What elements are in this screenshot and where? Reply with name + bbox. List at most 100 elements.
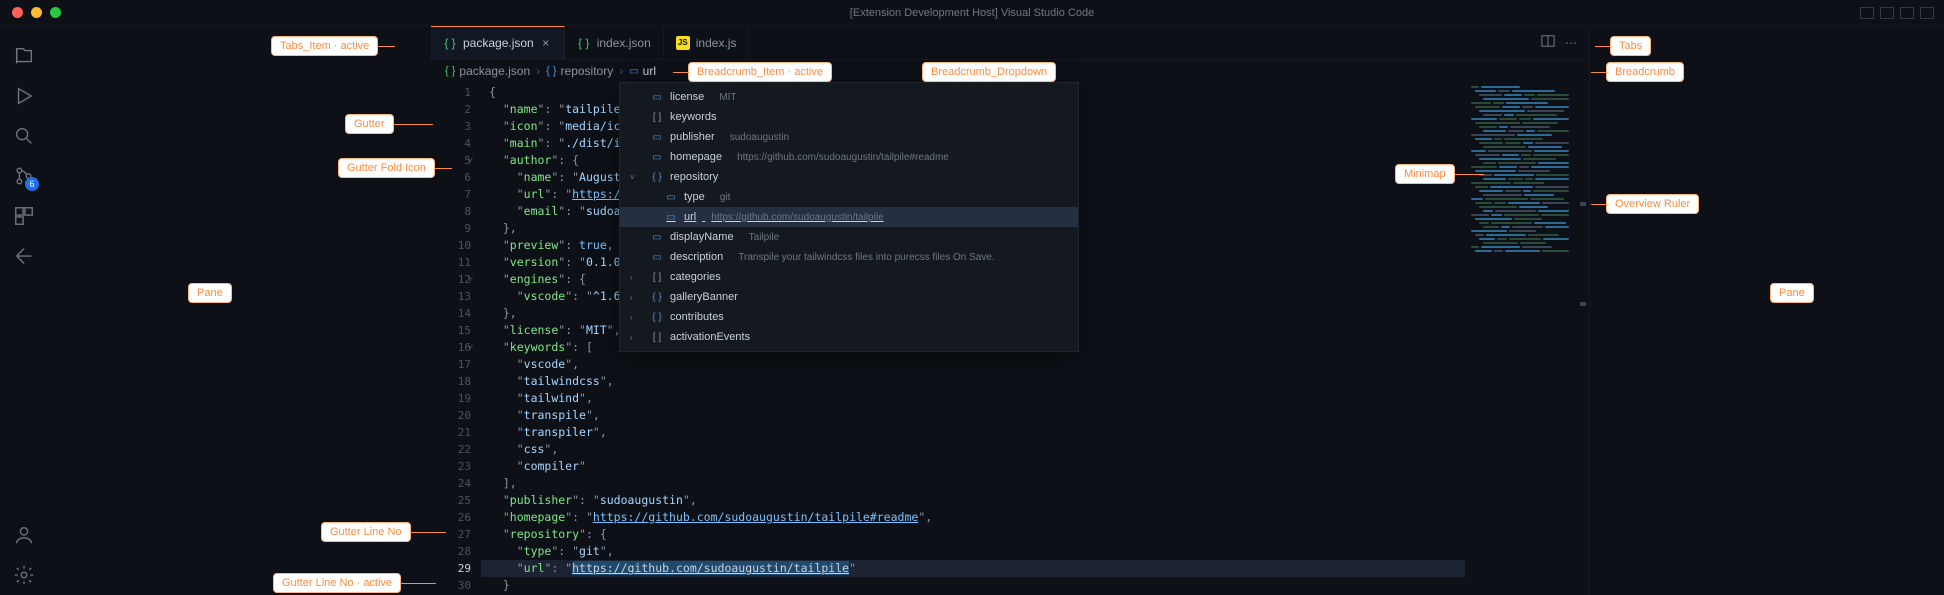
minimap-line [1471,206,1569,208]
window-zoom-icon[interactable] [50,7,61,18]
breadcrumb-label: package.json [459,64,530,78]
dropdown-item-activationEvents[interactable]: ›[ ]activationEvents [620,327,1078,347]
explorer-icon[interactable] [0,36,48,76]
settings-gear-icon[interactable] [0,555,48,595]
dropdown-item-galleryBanner[interactable]: ›{ }galleryBanner [620,287,1078,307]
code-line[interactable]: "type": "git", [489,543,1465,560]
dropdown-label: keywords [670,111,716,123]
layout-icon[interactable] [1860,7,1874,19]
dropdown-label: repository [670,171,718,183]
gutter-line: 22 [431,441,471,458]
code-line[interactable]: "tailwindcss", [489,373,1465,390]
layout-icon[interactable] [1900,7,1914,19]
breadcrumb-item-repository[interactable]: { }repository [546,64,613,78]
breadcrumb-item-package-json[interactable]: { }package.json [445,64,530,78]
fold-icon[interactable]: ˅ [468,272,473,289]
dropdown-item-description[interactable]: ▭description Transpile your tailwindcss … [620,247,1078,267]
code-line[interactable]: "compiler" [489,458,1465,475]
source-control-icon[interactable]: 6 [0,156,48,196]
minimap-line [1471,142,1569,144]
symbol-icon: [ ] [650,332,664,343]
code-line[interactable]: "transpile", [489,407,1465,424]
code-line[interactable]: "url": "https://github.com/sudoaugustin/… [481,560,1465,577]
gutter-line: 16˅ [431,339,471,356]
dropdown-item-publisher[interactable]: ▭publisher sudoaugustin [620,127,1078,147]
breadcrumb-separator-icon: › [619,64,623,78]
scm-badge: 6 [25,177,39,191]
code-line[interactable]: "transpiler", [489,424,1465,441]
code-line[interactable]: "vscode", [489,356,1465,373]
minimap-line [1471,162,1569,164]
code-line[interactable]: "tailwind", [489,390,1465,407]
dropdown-item-keywords[interactable]: [ ] keywords [620,107,1078,127]
dropdown-item-type[interactable]: ▭type git [620,187,1078,207]
minimap-line [1471,122,1569,124]
dropdown-item-url[interactable]: ▭url https://github.com/sudoaugustin/tai… [620,207,1078,227]
dropdown-item-displayName[interactable]: ▭displayName Tailpile [620,227,1078,247]
window-close-icon[interactable] [12,7,23,18]
dropdown-item-homepage[interactable]: ▭homepage https://github.com/sudoaugusti… [620,147,1078,167]
code-line[interactable]: "publisher": "sudoaugustin", [489,492,1465,509]
dropdown-hint: https://github.com/sudoaugustin/tailpile… [737,152,949,163]
more-actions-icon[interactable]: ⋯ [1565,36,1577,50]
close-icon[interactable]: × [540,37,552,49]
share-icon[interactable] [0,236,48,276]
minimap-line [1471,210,1569,212]
code-line[interactable]: "css", [489,441,1465,458]
code-line[interactable]: "homepage": "https://github.com/sudoaugu… [489,509,1465,526]
tab-index-json[interactable]: { }index.json [565,26,664,59]
gutter-line: 30 [431,577,471,594]
symbol-icon: { } [650,292,664,303]
titlebar: [Extension Development Host] Visual Stud… [0,0,1944,26]
breadcrumb-item-url[interactable]: ▭url [629,64,656,78]
gutter: 12345˅6789101112˅13141516˅17181920212223… [431,82,481,595]
overview-ruler[interactable] [1575,82,1589,595]
split-editor-icon[interactable] [1541,34,1555,51]
json-icon: { } [577,36,591,50]
code-line[interactable]: ], [489,475,1465,492]
symbol-icon: ▭ [664,212,678,223]
minimap-line [1471,102,1569,104]
gutter-line: 6 [431,169,471,186]
window-minimize-icon[interactable] [31,7,42,18]
gutter-line: 10 [431,237,471,254]
callout-breadcrumb-item-active: Breadcrumb_Item · active [688,62,832,82]
gutter-line: 5˅ [431,152,471,169]
minimap-line [1471,230,1569,232]
gutter-line: 28 [431,543,471,560]
object-icon: { } [546,65,556,77]
layout-icon[interactable] [1880,7,1894,19]
symbol-icon: [ ] [650,112,664,123]
dropdown-item-categories[interactable]: ›[ ]categories [620,267,1078,287]
minimap-line [1471,238,1569,240]
layout-icon[interactable] [1920,7,1934,19]
dropdown-item-contributes[interactable]: ›{ }contributes [620,307,1078,327]
gutter-line: 26 [431,509,471,526]
gutter-line: 19 [431,390,471,407]
dropdown-label: description [670,251,723,263]
code-line[interactable]: } [489,577,1465,594]
symbol-icon: ▭ [664,192,678,203]
gutter-line: 1 [431,84,471,101]
minimap[interactable] [1465,82,1575,595]
gutter-line: 13 [431,288,471,305]
tab-package-json[interactable]: { }package.json× [431,26,565,59]
fold-icon[interactable]: ˅ [468,340,473,357]
pane-left [48,26,431,595]
extensions-icon[interactable] [0,196,48,236]
window-title: [Extension Development Host] Visual Stud… [850,7,1094,19]
run-debug-icon[interactable] [0,76,48,116]
code-line[interactable]: "repository": { [489,526,1465,543]
dropdown-item-license[interactable]: ▭license MIT [620,87,1078,107]
account-icon[interactable] [0,515,48,555]
dropdown-label: contributes [670,311,724,323]
string-icon: ▭ [629,66,638,77]
fold-icon[interactable]: ˅ [468,153,473,170]
symbol-icon: ▭ [650,252,664,263]
minimap-line [1471,186,1569,188]
tab-index-js[interactable]: JSindex.js [664,26,750,59]
dropdown-item-repository[interactable]: ˅{ }repository [620,167,1078,187]
dropdown-label: categories [670,271,721,283]
search-icon[interactable] [0,116,48,156]
minimap-line [1471,246,1569,248]
